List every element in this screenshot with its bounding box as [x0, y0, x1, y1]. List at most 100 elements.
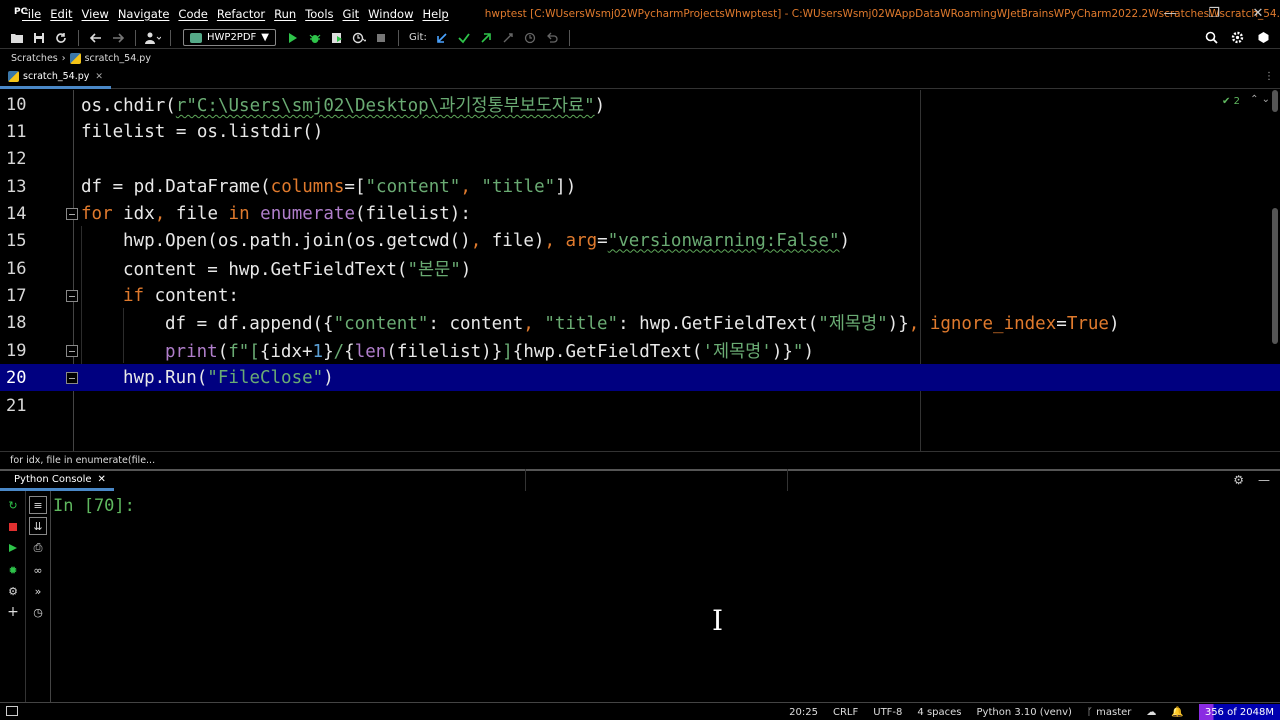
fold-marker-icon[interactable]: [66, 290, 78, 302]
git-update-icon[interactable]: [433, 29, 451, 47]
soft-wrap-icon[interactable]: ≡: [29, 496, 47, 514]
console-left-toolbar: ↻ ✹ ⚙ +: [0, 491, 26, 702]
toolbar-divider: [135, 29, 136, 46]
cloud-icon[interactable]: ☁: [1146, 707, 1156, 718]
restore-button[interactable]: ❐: [1192, 0, 1236, 27]
fold-marker-icon[interactable]: [66, 372, 78, 384]
toolbar-divider: [170, 29, 171, 46]
line-number: 13: [6, 176, 27, 197]
breadcrumb-file[interactable]: scratch_54.py: [85, 53, 151, 64]
breadcrumb-scratches[interactable]: Scratches: [11, 53, 58, 64]
tab-python-console[interactable]: Python Console ✕: [0, 471, 114, 491]
tabs-menu-icon[interactable]: ⋮: [1264, 71, 1274, 82]
close-icon[interactable]: ✕: [98, 474, 106, 485]
profile-icon[interactable]: [350, 29, 368, 47]
close-window-button[interactable]: ✕: [1236, 0, 1280, 27]
python-console[interactable]: ↻ ✹ ⚙ + ≡ ⇊ ⎙ ∞ » ◷ In [70]: I: [0, 491, 1280, 702]
stop-icon[interactable]: [4, 518, 22, 536]
code-line: 18 df = df.append({"content": content, "…: [0, 309, 1280, 336]
stop-icon[interactable]: [372, 29, 390, 47]
user-icon[interactable]: [144, 29, 162, 47]
code-line: 17 if content:: [0, 282, 1280, 309]
back-arrow-icon[interactable]: [87, 29, 105, 47]
menu-navigate[interactable]: Navigate: [118, 7, 170, 21]
gear-icon[interactable]: ⚙: [4, 582, 22, 600]
run-configuration-dropdown[interactable]: HWP2PDF ▼: [183, 29, 276, 46]
line-number: 17: [6, 285, 27, 306]
main-menu: File Edit View Navigate Code Refactor Ru…: [22, 7, 449, 21]
minimize-button[interactable]: —: [1148, 0, 1192, 27]
splitter: [525, 469, 526, 491]
open-folder-icon[interactable]: [8, 29, 26, 47]
code-text: df = pd.DataFrame(columns=["content", "t…: [81, 176, 577, 197]
run-configuration-label: HWP2PDF: [207, 32, 257, 43]
code-editor[interactable]: ✔ 2 ⌃ ⌄ 10 os.chdir(r"C:\Users\smj02\Des…: [0, 90, 1280, 451]
fold-marker-icon[interactable]: [66, 345, 78, 357]
console-prompt[interactable]: In [70]:: [53, 496, 135, 516]
close-icon[interactable]: ✕: [95, 72, 103, 82]
tab-label: scratch_54.py: [23, 71, 90, 82]
line-number: 18: [6, 312, 27, 333]
git-branch[interactable]: ᚴ master: [1087, 707, 1131, 718]
git-commit-icon[interactable]: [455, 29, 473, 47]
line-number: 15: [6, 230, 27, 251]
menu-run[interactable]: Run: [274, 7, 296, 21]
title-bar: PC File Edit View Navigate Code Refactor…: [0, 0, 1280, 27]
rerun-icon[interactable]: ↻: [4, 496, 22, 514]
print-icon[interactable]: ⎙: [29, 539, 47, 557]
fold-marker-icon[interactable]: [66, 208, 78, 220]
line-separator[interactable]: CRLF: [833, 707, 858, 718]
sync-icon[interactable]: [52, 29, 70, 47]
indent-setting[interactable]: 4 spaces: [917, 707, 961, 718]
tab-scratch-54[interactable]: scratch_54.py ✕: [0, 68, 111, 89]
menu-view[interactable]: View: [82, 7, 109, 21]
main-toolbar: HWP2PDF ▼ Git:: [0, 27, 1280, 48]
menu-help[interactable]: Help: [423, 7, 449, 21]
git-fetch-icon[interactable]: [499, 29, 517, 47]
code-text: content = hwp.GetFieldText("본문"): [123, 260, 472, 280]
menu-refactor[interactable]: Refactor: [217, 7, 265, 21]
menu-window[interactable]: Window: [368, 7, 413, 21]
minimize-icon[interactable]: —: [1258, 473, 1270, 487]
line-number: 10: [6, 94, 27, 115]
caret-position[interactable]: 20:25: [789, 707, 818, 718]
menu-tools[interactable]: Tools: [305, 7, 333, 21]
notifications-icon[interactable]: 🔔: [1171, 707, 1183, 718]
search-icon[interactable]: [1202, 29, 1220, 47]
code-text: for idx, file in enumerate(filelist):: [81, 203, 471, 224]
execute-history-icon[interactable]: »: [29, 582, 47, 600]
editor-breadcrumb-hint[interactable]: for idx, file in enumerate(file...: [0, 451, 1280, 469]
code-line: 15 hwp.Open(os.path.join(os.getcwd(), fi…: [0, 227, 1280, 254]
line-number: 14: [6, 203, 27, 224]
console-header: Python Console ✕ ⚙ —: [0, 469, 1280, 491]
history-icon[interactable]: [521, 29, 539, 47]
tool-windows-icon[interactable]: [6, 706, 18, 716]
memory-indicator[interactable]: 356 of 2048M: [1198, 704, 1280, 720]
show-variables-icon[interactable]: ∞: [29, 561, 47, 579]
coverage-icon[interactable]: [328, 29, 346, 47]
rollback-icon[interactable]: [543, 29, 561, 47]
git-push-icon[interactable]: [477, 29, 495, 47]
line-number: 12: [6, 148, 27, 169]
file-encoding[interactable]: UTF-8: [873, 707, 902, 718]
debug-icon[interactable]: ✹: [4, 561, 22, 579]
toolbar-divider: [568, 29, 570, 46]
editor-tabs: scratch_54.py ✕ ⋮: [0, 68, 1280, 89]
scroll-to-end-icon[interactable]: ⇊: [29, 517, 47, 535]
add-icon[interactable]: +: [4, 603, 22, 621]
forward-arrow-icon[interactable]: [109, 29, 127, 47]
save-all-icon[interactable]: [30, 29, 48, 47]
menu-edit[interactable]: Edit: [50, 7, 72, 21]
interpreter[interactable]: Python 3.10 (venv): [977, 707, 1072, 718]
jetbrains-logo-icon[interactable]: [1254, 29, 1272, 47]
history-icon[interactable]: ◷: [29, 603, 47, 621]
menu-code[interactable]: Code: [178, 7, 207, 21]
gear-icon[interactable]: [1228, 29, 1246, 47]
run-icon[interactable]: [4, 539, 22, 557]
line-number: 16: [6, 258, 27, 279]
debug-icon[interactable]: [306, 29, 324, 47]
run-icon[interactable]: [284, 29, 302, 47]
gear-icon[interactable]: ⚙: [1233, 473, 1244, 487]
menu-git[interactable]: Git: [343, 7, 360, 21]
console-tab-label: Python Console: [14, 474, 92, 485]
